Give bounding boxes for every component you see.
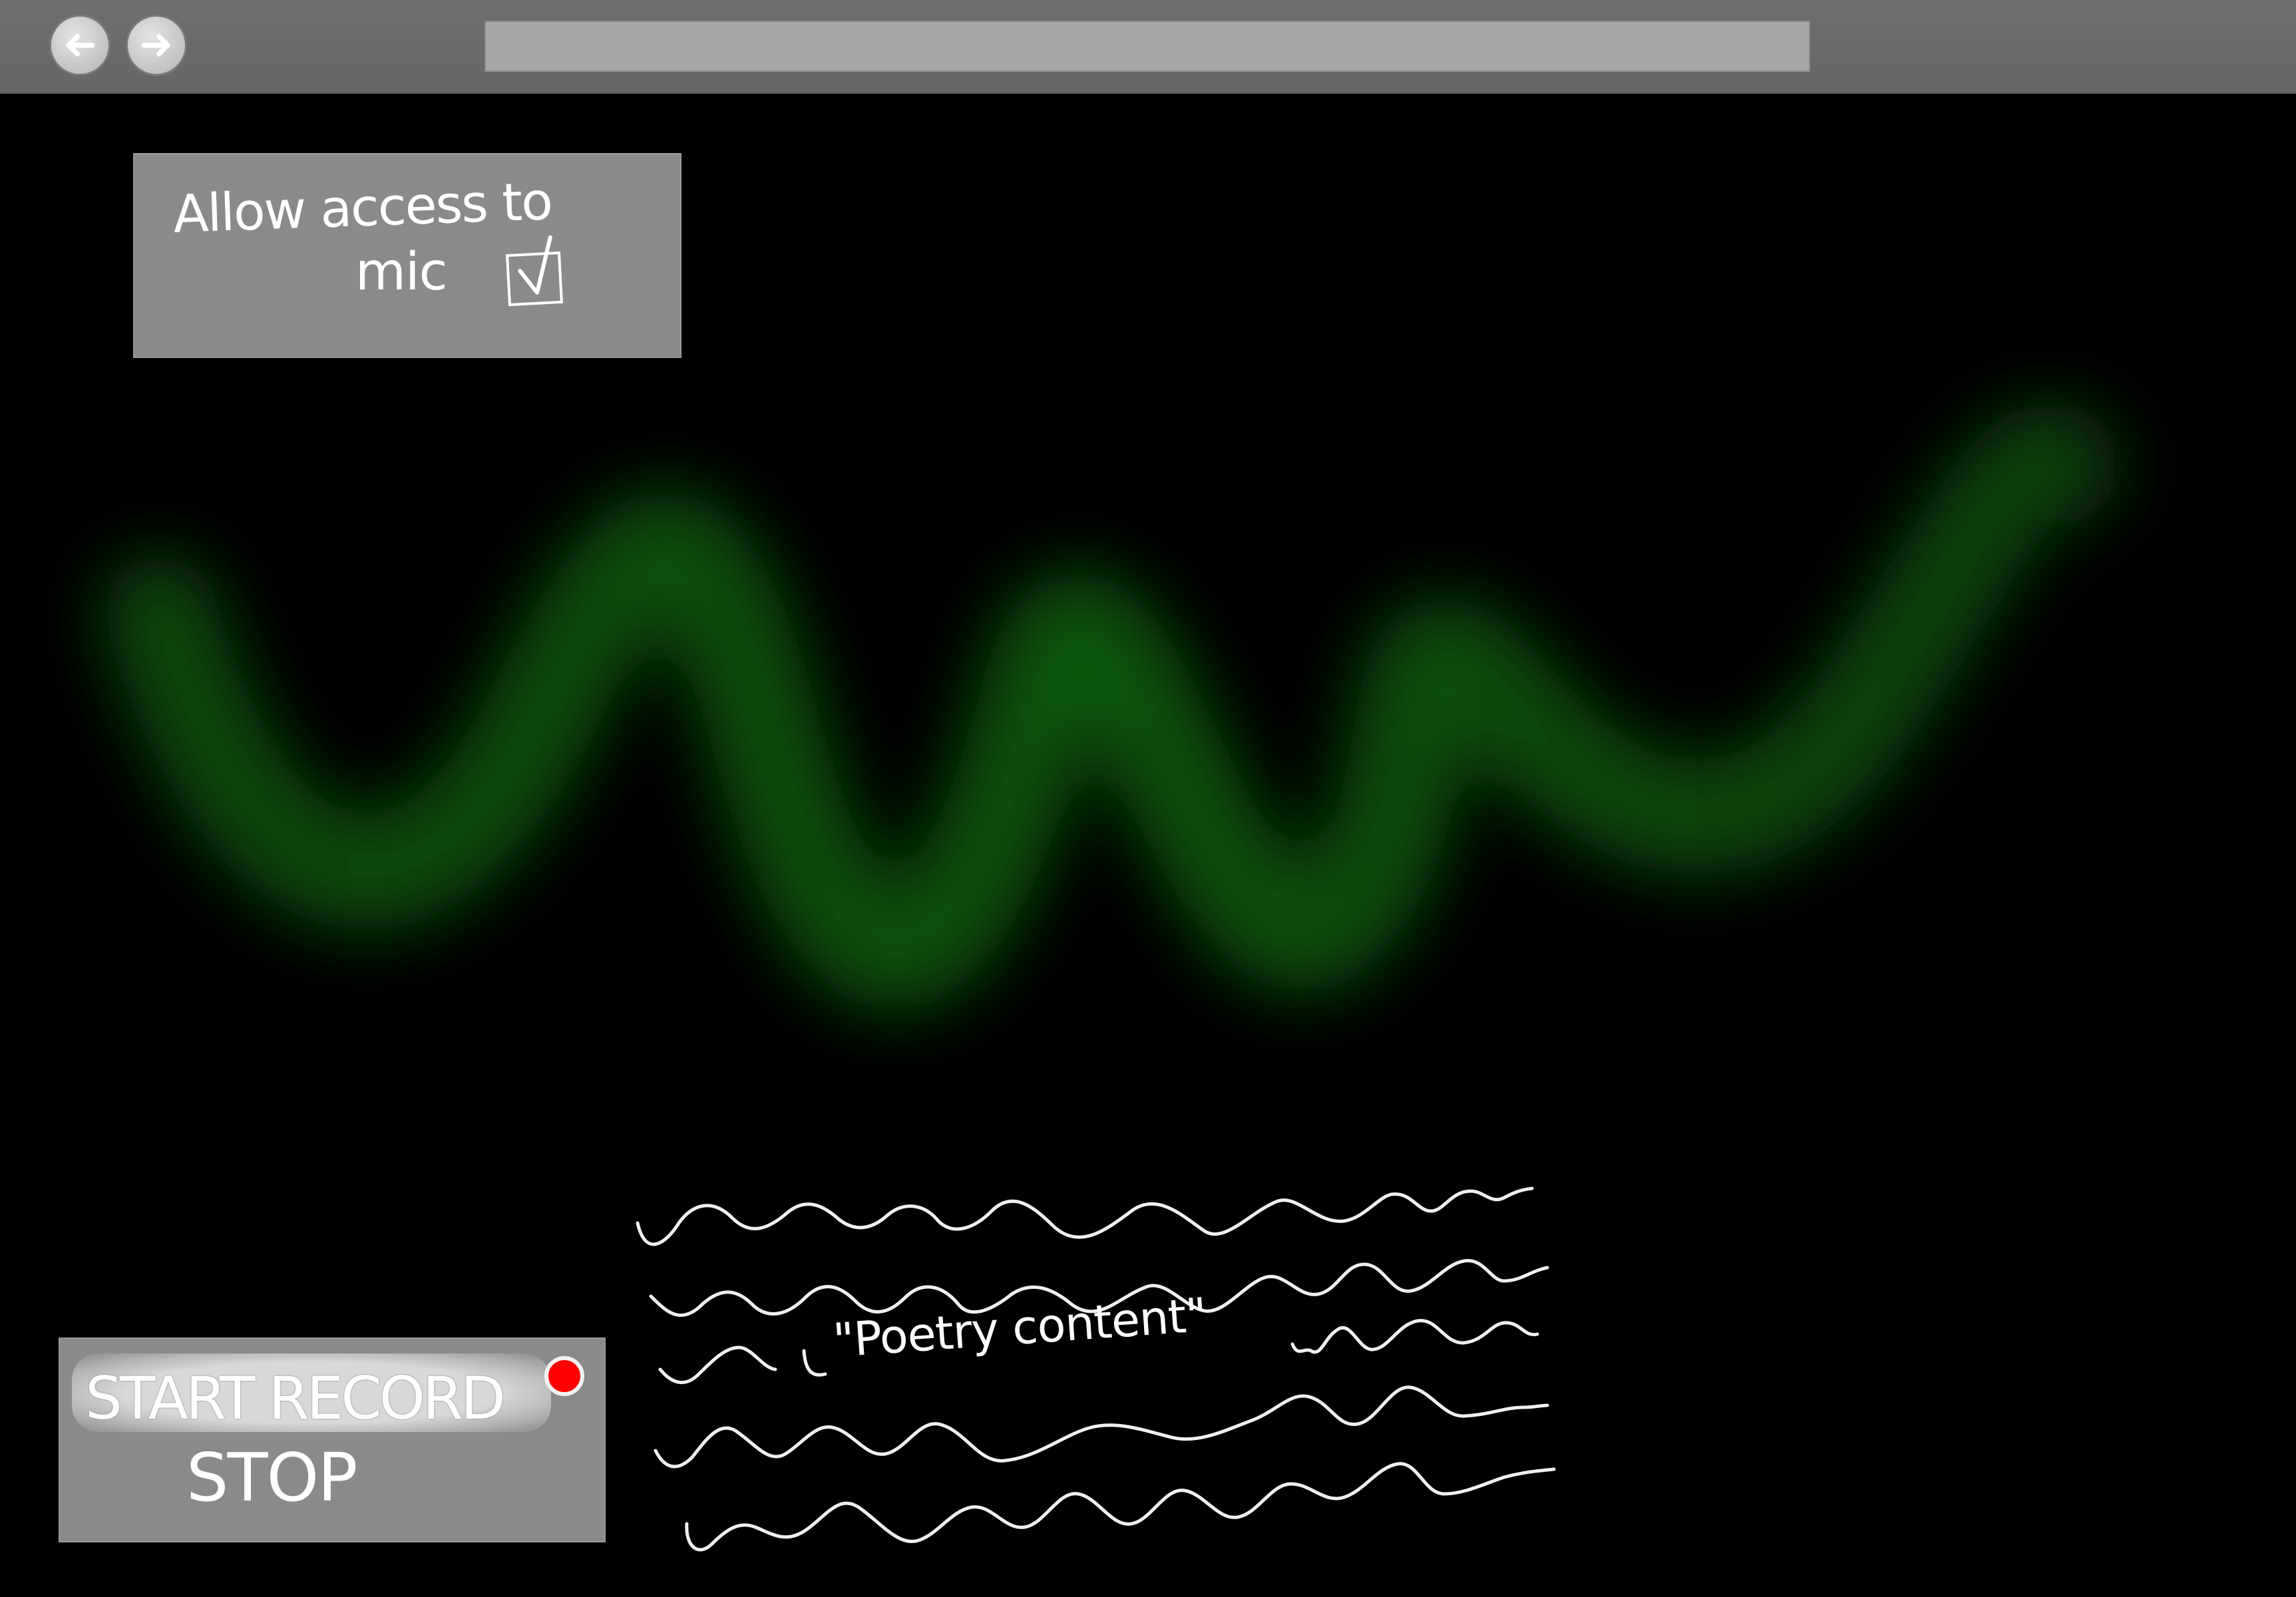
- poetry-line-3c: [1290, 1319, 1539, 1354]
- poetry-line-3a: [658, 1345, 777, 1385]
- checkmark-icon: [518, 235, 552, 295]
- poetry-content-area: "Poetry content": [626, 1158, 1677, 1570]
- mic-permission-panel: Allow access to mic: [133, 153, 681, 358]
- poetry-line-1: [636, 1186, 1534, 1246]
- poetry-line-4: [654, 1385, 1549, 1469]
- start-record-button[interactable]: START RECORD: [72, 1353, 551, 1433]
- forward-button[interactable]: [126, 15, 187, 76]
- stop-label: STOP: [186, 1439, 358, 1516]
- arrow-left-icon: [66, 34, 95, 57]
- poetry-line-3b: [802, 1349, 827, 1377]
- poetry-placeholder-lines: [636, 1186, 1556, 1552]
- arrow-right-icon: [141, 34, 170, 57]
- mic-label: mic: [355, 242, 448, 302]
- mic-access-checkbox[interactable]: [506, 235, 563, 307]
- record-controls-panel: START RECORD STOP: [59, 1337, 606, 1542]
- app-page: Allow access to mic START RECORD STOP "P…: [0, 0, 2296, 1597]
- start-record-label: START RECORD: [85, 1364, 506, 1433]
- back-button[interactable]: [49, 15, 110, 76]
- mic-permission-label: Allow access to: [172, 172, 553, 245]
- record-indicator-icon: [544, 1356, 584, 1396]
- stop-button[interactable]: STOP: [186, 1439, 439, 1525]
- browser-toolbar: [0, 0, 2296, 94]
- address-bar[interactable]: [484, 21, 1810, 72]
- poetry-line-5: [685, 1462, 1556, 1552]
